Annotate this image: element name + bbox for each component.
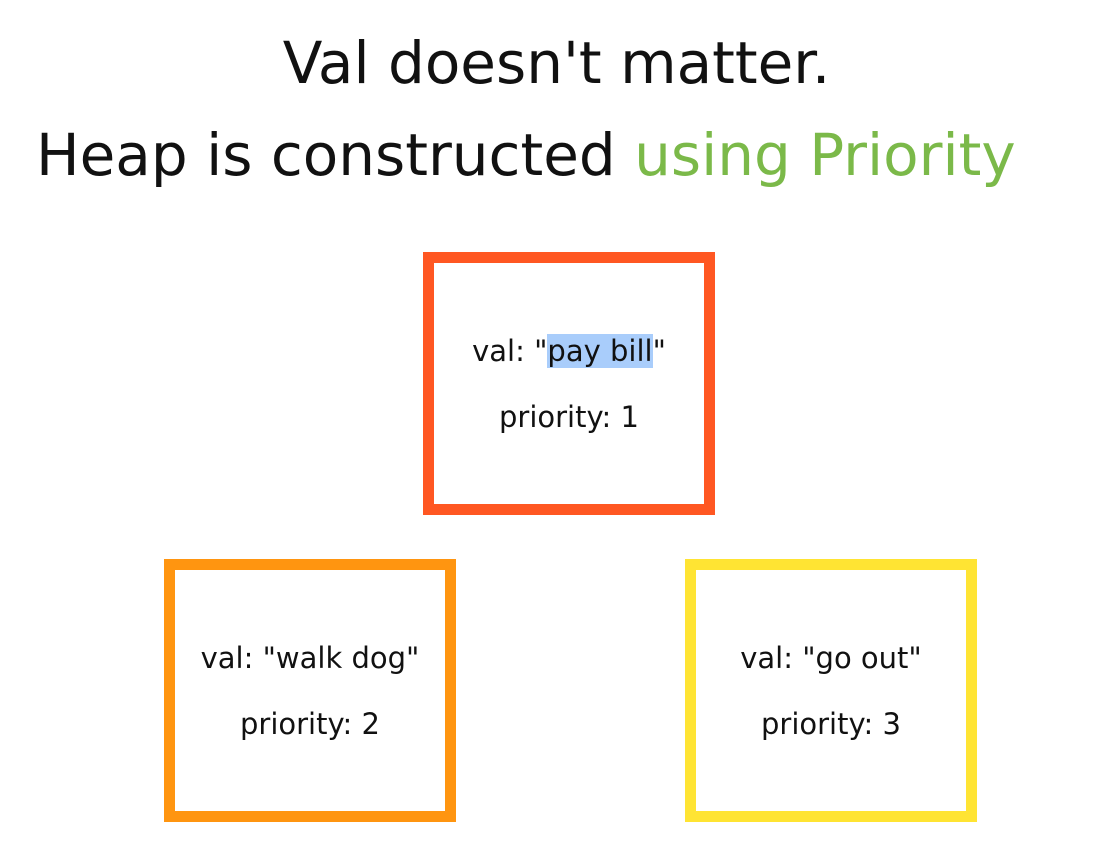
node-root-val[interactable]: val: "pay bill" — [472, 332, 666, 370]
heading-line-1: Val doesn't matter. — [282, 29, 831, 97]
node-left-val: val: "walk dog" — [200, 640, 420, 675]
node-root-val-suffix: " — [652, 333, 666, 368]
node-right-priority: priority: 3 — [761, 706, 901, 741]
node-right-val: val: "go out" — [740, 640, 922, 675]
heading-line-2-accent: using Priority — [634, 121, 1016, 189]
node-root-val-prefix: val: " — [472, 333, 548, 368]
node-root-val-selected-text[interactable]: pay bill — [547, 333, 653, 368]
heap-node-right: val: "go out" priority: 3 — [685, 559, 977, 822]
heading-line-2: Heap is constructed using Priority — [36, 120, 1016, 190]
heading-line-2-plain: Heap is constructed — [36, 121, 635, 189]
heap-node-root: val: "pay bill" priority: 1 — [423, 252, 715, 515]
node-left-priority: priority: 2 — [240, 706, 380, 741]
node-root-priority: priority: 1 — [499, 399, 639, 434]
heap-node-left: val: "walk dog" priority: 2 — [164, 559, 456, 822]
